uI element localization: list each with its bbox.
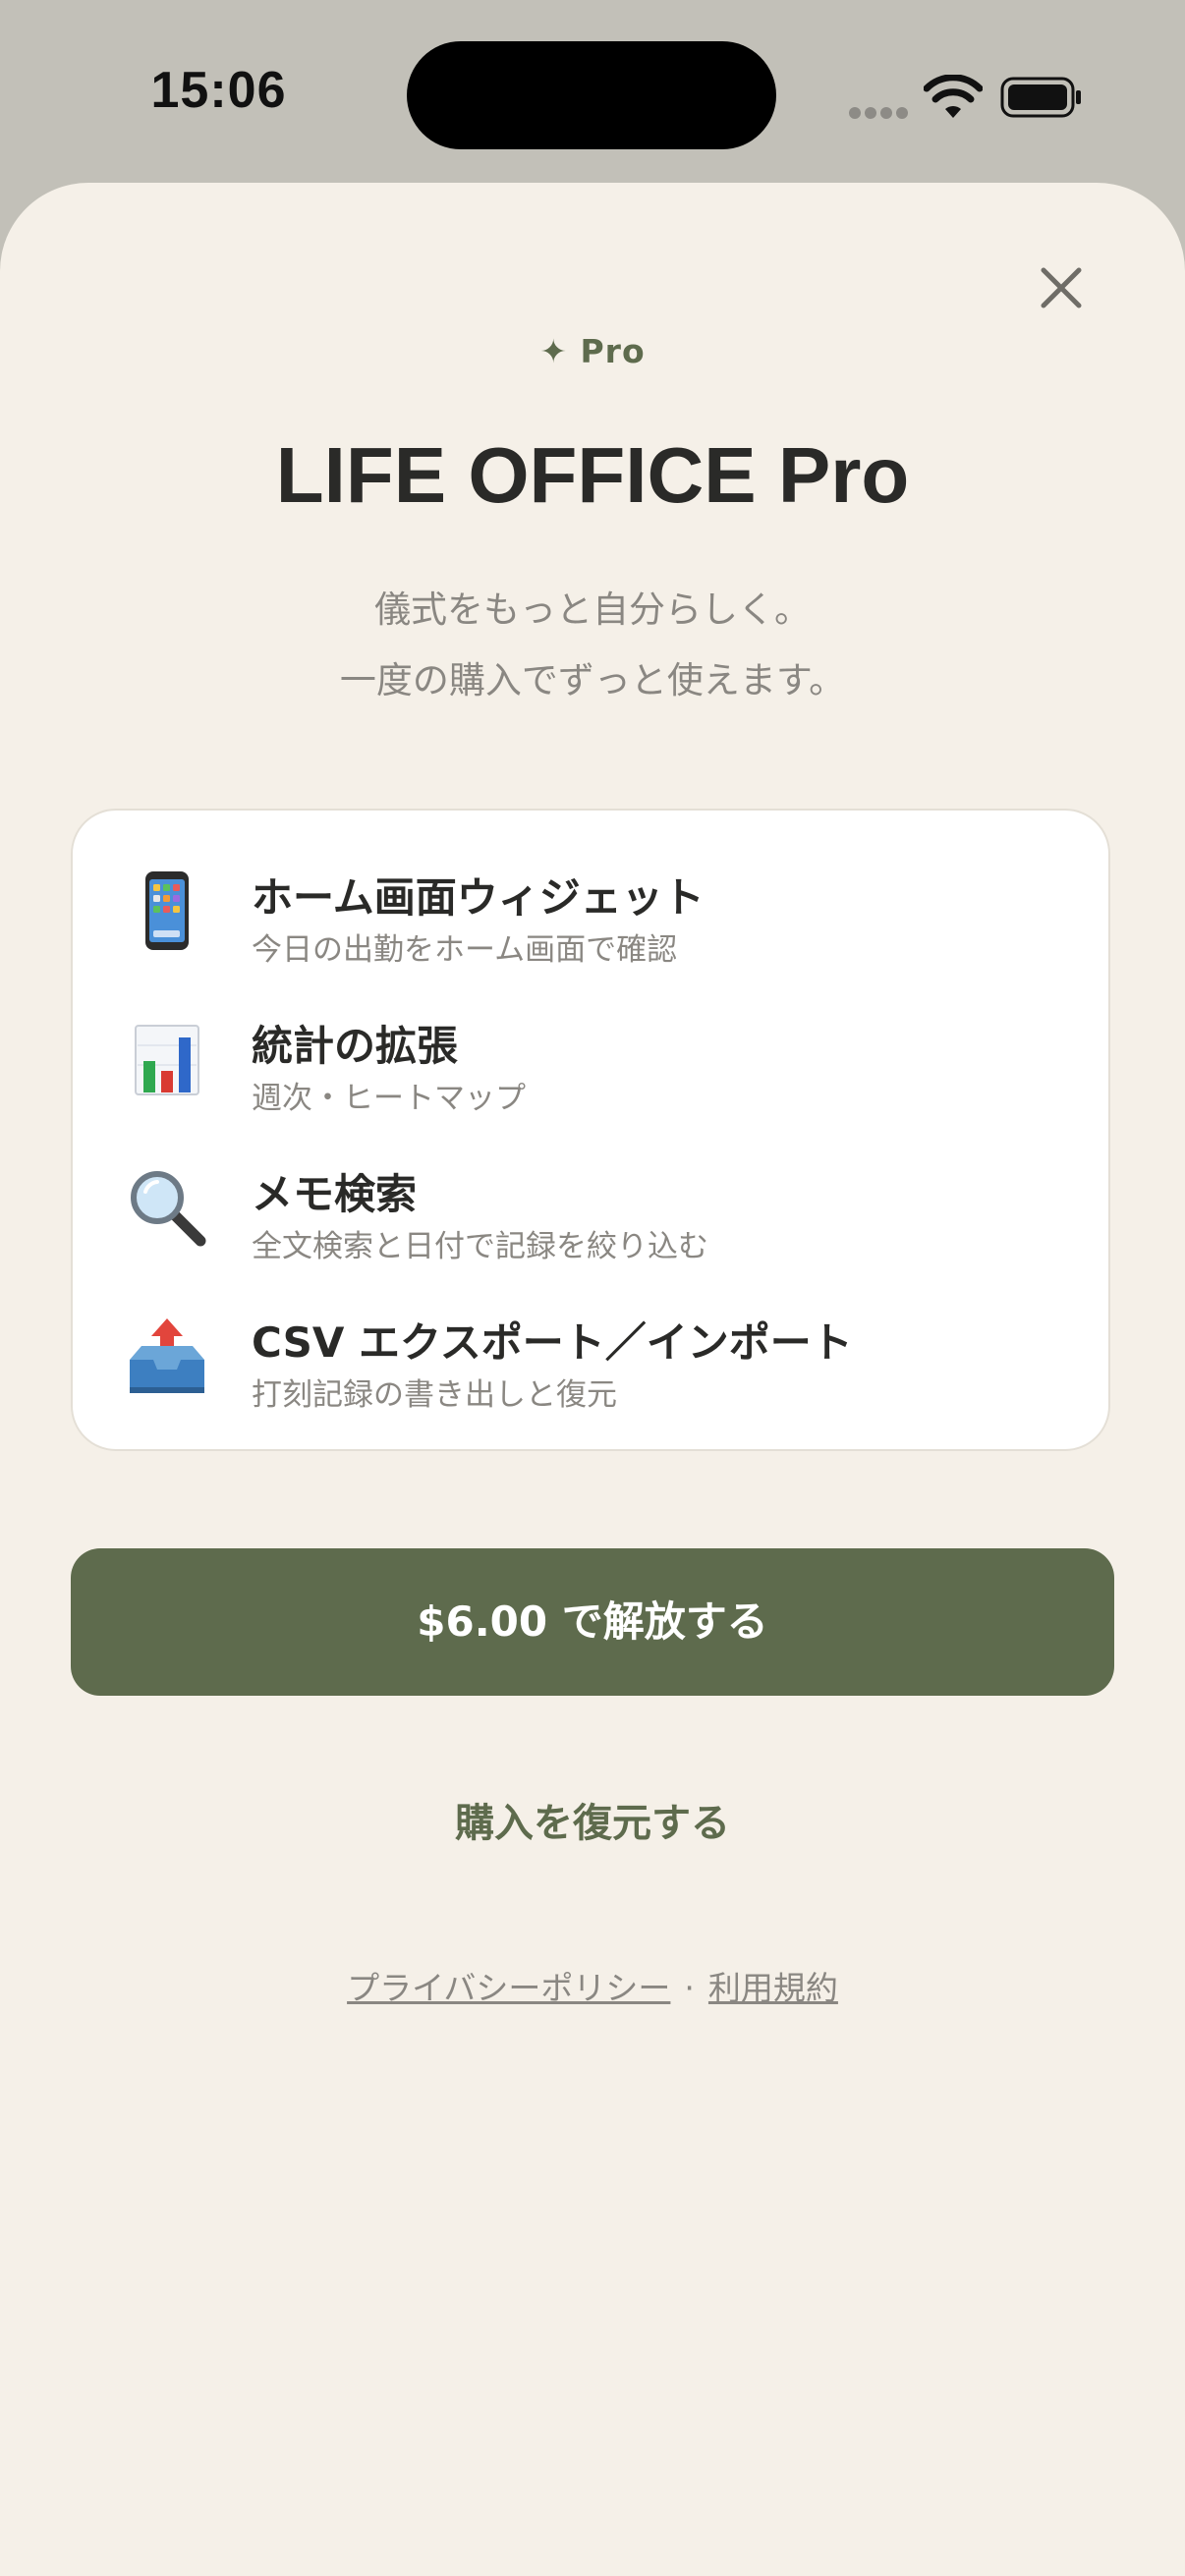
terms-of-use-link[interactable]: 利用規約 <box>708 1969 838 2007</box>
privacy-policy-link[interactable]: プライバシーポリシー <box>347 1969 670 2007</box>
pro-badge: ✦ Pro <box>539 332 646 370</box>
battery-icon <box>1000 77 1081 118</box>
feature-description: 週次・ヒートマップ <box>252 1081 526 1116</box>
mobile-phone-icon <box>145 871 189 950</box>
purchase-button[interactable]: $6.00 で解放する <box>71 1548 1114 1696</box>
status-time: 15:06 <box>150 62 287 119</box>
feature-title: メモ検索 <box>252 1170 418 1218</box>
status-bar: 15:06 <box>0 0 1185 187</box>
legal-links: プライバシーポリシー · 利用規約 <box>0 1962 1185 2009</box>
feature-title: CSV エクスポート／インポート <box>252 1318 853 1367</box>
feature-item-memo-search: メモ検索 全文検索と日付で記録を絞り込む <box>73 1156 1112 1304</box>
feature-description: 全文検索と日付で記録を絞り込む <box>252 1229 708 1264</box>
feature-description: 打刻記録の書き出しと復元 <box>252 1377 617 1413</box>
feature-description: 今日の出勤をホーム画面で確認 <box>252 932 678 968</box>
restore-purchase-link[interactable]: 購入を復元する <box>0 1791 1185 1848</box>
page-title: LIFE OFFICE Pro <box>275 431 910 519</box>
outbox-tray-icon <box>130 1318 204 1393</box>
separator: · <box>684 1969 695 2007</box>
magnifying-glass-icon <box>131 1171 206 1247</box>
cellular-signal-icon <box>849 104 912 123</box>
bar-chart-icon <box>135 1025 199 1095</box>
subtitle-line: 儀式をもっと自分らしく。 <box>374 588 811 631</box>
close-icon[interactable] <box>1034 260 1089 315</box>
feature-title: ホーム画面ウィジェット <box>252 873 705 922</box>
feature-item-csv: CSV エクスポート／インポート 打刻記録の書き出しと復元 <box>73 1305 1112 1452</box>
feature-title: 統計の拡張 <box>252 1022 459 1070</box>
feature-card: ホーム画面ウィジェット 今日の出勤をホーム画面で確認 統計の拡張 週次・ヒートマ… <box>71 809 1110 1451</box>
subtitle: 儀式をもっと自分らしく。 一度の購入でずっと使えます。 <box>0 575 1185 716</box>
dynamic-island <box>407 41 776 149</box>
feature-item-statistics: 統計の拡張 週次・ヒートマップ <box>73 1008 1112 1155</box>
subtitle-line: 一度の購入でずっと使えます。 <box>339 659 846 701</box>
feature-item-widget: ホーム画面ウィジェット 今日の出勤をホーム画面で確認 <box>73 860 1112 1007</box>
wifi-icon <box>924 75 983 118</box>
